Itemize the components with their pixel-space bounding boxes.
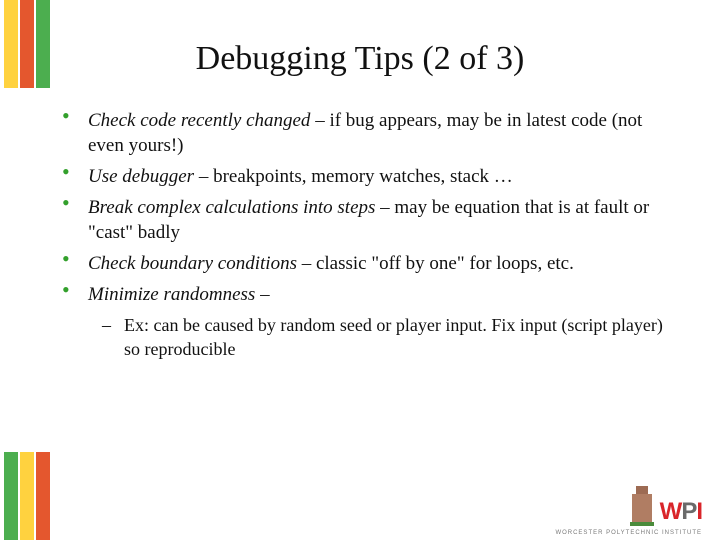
bullet-text: Check code recently changed – if bug app… [88,108,672,158]
sub-bullet-text: Ex: can be caused by random seed or play… [124,313,672,361]
bullet-item: • Check boundary conditions – classic "o… [62,251,672,276]
bullet-text: Break complex calculations into steps – … [88,195,672,245]
wpi-wordmark: WPI [660,498,702,526]
stripe-bottom-2 [20,452,34,540]
stripe-bottom-1 [4,452,18,540]
institute-label: WORCESTER POLYTECHNIC INSTITUTE [555,530,702,536]
bullet-item: • Check code recently changed – if bug a… [62,108,672,158]
sub-bullet: – Ex: can be caused by random seed or pl… [102,313,672,361]
slide-title: Debugging Tips (2 of 3) [0,40,720,78]
bullet-icon: • [62,280,88,307]
bullet-text: Use debugger – breakpoints, memory watch… [88,164,513,189]
dash-icon: – [102,313,124,361]
bullet-text: Minimize randomness – [88,282,270,307]
bullet-icon: • [62,193,88,245]
tower-icon [630,486,654,526]
bullet-icon: • [62,106,88,158]
bullet-icon: • [62,249,88,276]
bullet-item: • Break complex calculations into steps … [62,195,672,245]
stripe-bottom-3 [36,452,50,540]
bullet-item: • Use debugger – breakpoints, memory wat… [62,164,672,189]
bullet-text: Check boundary conditions – classic "off… [88,251,574,276]
bullet-icon: • [62,162,88,189]
slide: Debugging Tips (2 of 3) • Check code rec… [0,0,720,540]
slide-body: • Check code recently changed – if bug a… [62,108,672,361]
bullet-item: • Minimize randomness – [62,282,672,307]
wpi-logo: WPI [630,486,702,526]
